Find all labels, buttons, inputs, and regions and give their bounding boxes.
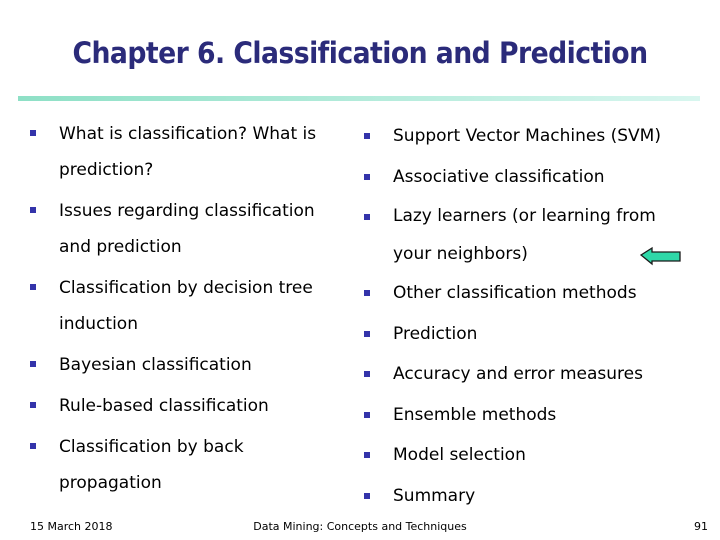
left-arrow-icon: [640, 246, 681, 266]
item-line: propagation: [59, 473, 162, 493]
item-line: Other classification methods: [393, 283, 637, 303]
bullet-icon: [30, 361, 36, 367]
footer-title: Data Mining: Concepts and Techniques: [253, 520, 467, 533]
item-line: Classification by back: [59, 437, 244, 457]
bullet-icon: [364, 214, 370, 220]
list-item: Prediction: [364, 314, 704, 355]
list-item: Other classification methods: [364, 273, 704, 314]
bullet-icon: [364, 290, 370, 296]
bullet-icon: [364, 330, 370, 337]
right-column: Support Vector Machines (SVM) Associativ…: [364, 116, 704, 516]
bullet-icon: [364, 371, 370, 377]
item-line: Model selection: [393, 445, 526, 465]
item-line: Lazy learners (or learning from: [393, 206, 656, 226]
item-line: Issues regarding classification: [59, 201, 315, 221]
bullet-icon: [364, 133, 370, 139]
item-line: Support Vector Machines (SVM): [393, 126, 661, 146]
item-line: Associative classification: [393, 166, 605, 187]
list-item: Model selection: [364, 435, 704, 476]
item-line: and prediction: [59, 237, 182, 257]
item-line: What is classification? What is: [59, 124, 317, 144]
bullet-icon: [30, 284, 36, 290]
item-line: Prediction: [393, 323, 478, 344]
item-line: induction: [59, 314, 138, 334]
bullet-icon: [364, 173, 370, 180]
item-line: prediction?: [59, 160, 154, 180]
list-item: Associative classification: [364, 157, 704, 198]
bullet-icon: [30, 130, 36, 136]
title-divider: [18, 96, 700, 101]
bullet-icon: [364, 492, 370, 499]
list-item: Accuracy and error measures: [364, 354, 704, 395]
left-column: What is classification? What is predicti…: [30, 116, 340, 501]
item-line: Bayesian classification: [59, 355, 252, 375]
item-line: Accuracy and error measures: [393, 364, 643, 384]
list-item: Bayesian classification: [30, 347, 340, 383]
list-item: Classification by decision tree inductio…: [30, 270, 340, 342]
bullet-icon: [30, 402, 36, 408]
bullet-icon: [364, 452, 370, 458]
list-item: Classification by back propagation: [30, 429, 340, 501]
list-item: Issues regarding classification and pred…: [30, 193, 340, 265]
list-item: Rule-based classification: [30, 388, 340, 424]
item-line: Classification by decision tree: [59, 278, 313, 298]
bullet-icon: [30, 443, 36, 449]
bullet-icon: [364, 411, 370, 418]
slide-title: Chapter 6. Classification and Prediction: [72, 36, 648, 70]
bullet-icon: [30, 207, 36, 213]
list-item: Support Vector Machines (SVM): [364, 116, 704, 157]
item-line: Rule-based classification: [59, 396, 269, 416]
item-line: Ensemble methods: [393, 404, 557, 425]
list-item: Ensemble methods: [364, 395, 704, 436]
page-number: 91: [694, 520, 708, 533]
list-item: Summary: [364, 476, 704, 517]
item-line: Summary: [393, 485, 476, 506]
list-item: What is classification? What is predicti…: [30, 116, 340, 188]
